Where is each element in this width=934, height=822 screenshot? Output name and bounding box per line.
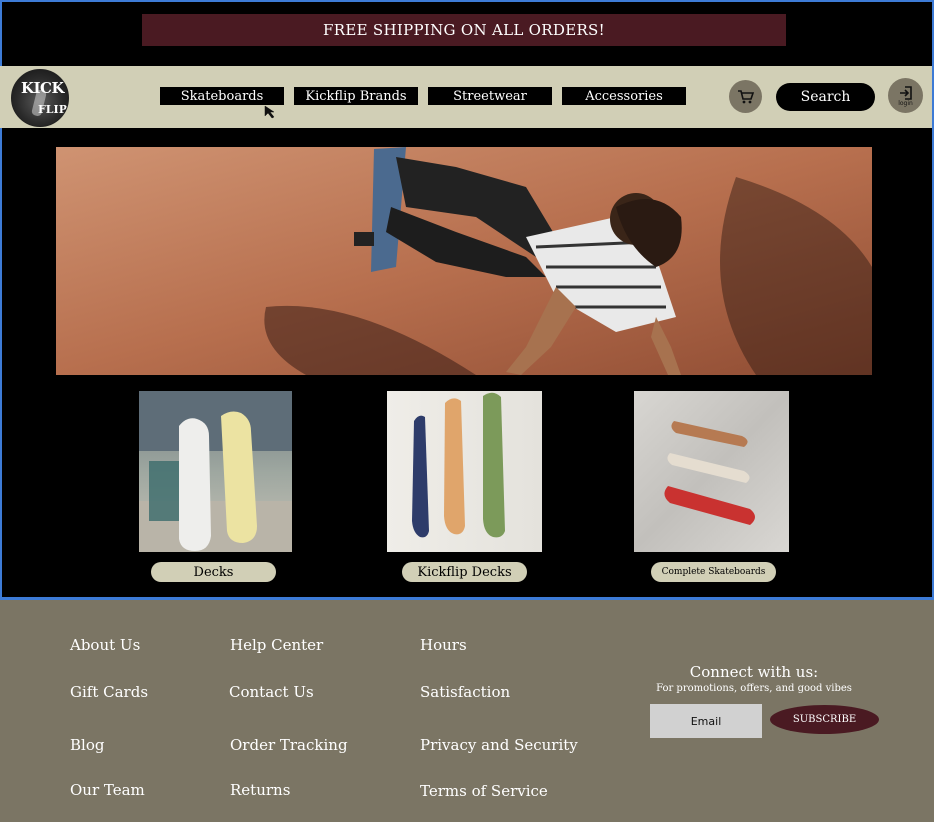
decks-button[interactable]: Decks (151, 562, 276, 582)
connect-subtitle: For promotions, offers, and good vibes (656, 683, 852, 694)
page: FREE SHIPPING ON ALL ORDERS! KICK FLIP S… (0, 0, 934, 822)
footer-link-privacy-and-security[interactable]: Privacy and Security (420, 736, 578, 754)
subscribe-button[interactable]: SUBSCRIBE (770, 705, 879, 734)
nav-kickflip-brands[interactable]: Kickflip Brands (294, 87, 418, 105)
mouse-cursor-icon (264, 105, 275, 119)
complete-skateboards-button[interactable]: Complete Skateboards (651, 562, 776, 582)
footer-link-contact-us[interactable]: Contact Us (229, 683, 314, 701)
search-button[interactable]: Search (776, 83, 875, 111)
footer-link-our-team[interactable]: Our Team (70, 781, 145, 799)
footer-link-terms-of-service[interactable]: Terms of Service (420, 782, 548, 800)
footer-link-hours[interactable]: Hours (420, 636, 467, 654)
footer-link-returns[interactable]: Returns (230, 781, 290, 799)
decks-photo (139, 391, 292, 552)
footer-link-gift-cards[interactable]: Gift Cards (70, 683, 148, 701)
nav-skateboards[interactable]: Skateboards (160, 87, 284, 105)
logo-text-bottom: FLIP (38, 103, 67, 116)
kickflip-decks-button[interactable]: Kickflip Decks (402, 562, 527, 582)
footer-link-order-tracking[interactable]: Order Tracking (230, 736, 348, 754)
footer-link-satisfaction[interactable]: Satisfaction (420, 683, 510, 701)
nav-streetwear[interactable]: Streetwear (428, 87, 552, 105)
connect-title: Connect with us: (689, 663, 819, 681)
login-label: login (898, 99, 913, 107)
footer-link-blog[interactable]: Blog (70, 736, 104, 754)
complete-skateboards-photo (664, 421, 755, 525)
login-icon (899, 85, 912, 100)
login-button[interactable]: login (888, 78, 923, 113)
cart-icon (737, 89, 754, 103)
hero-skater-illustration (56, 147, 872, 375)
cart-button[interactable] (729, 80, 762, 113)
hero-image (56, 147, 872, 375)
product-image-kickflip-decks[interactable] (387, 391, 542, 552)
logo[interactable]: KICK FLIP (11, 69, 69, 127)
footer-link-help-center[interactable]: Help Center (230, 636, 323, 654)
promo-banner: FREE SHIPPING ON ALL ORDERS! (142, 14, 786, 46)
logo-text-top: KICK (21, 79, 65, 97)
kickflip-decks-photo (412, 392, 505, 538)
product-image-decks[interactable] (139, 391, 292, 552)
product-image-complete-skateboards[interactable] (634, 391, 789, 552)
email-input[interactable]: Email (650, 704, 762, 738)
footer-link-about-us[interactable]: About Us (70, 636, 140, 654)
nav-accessories[interactable]: Accessories (562, 87, 686, 105)
